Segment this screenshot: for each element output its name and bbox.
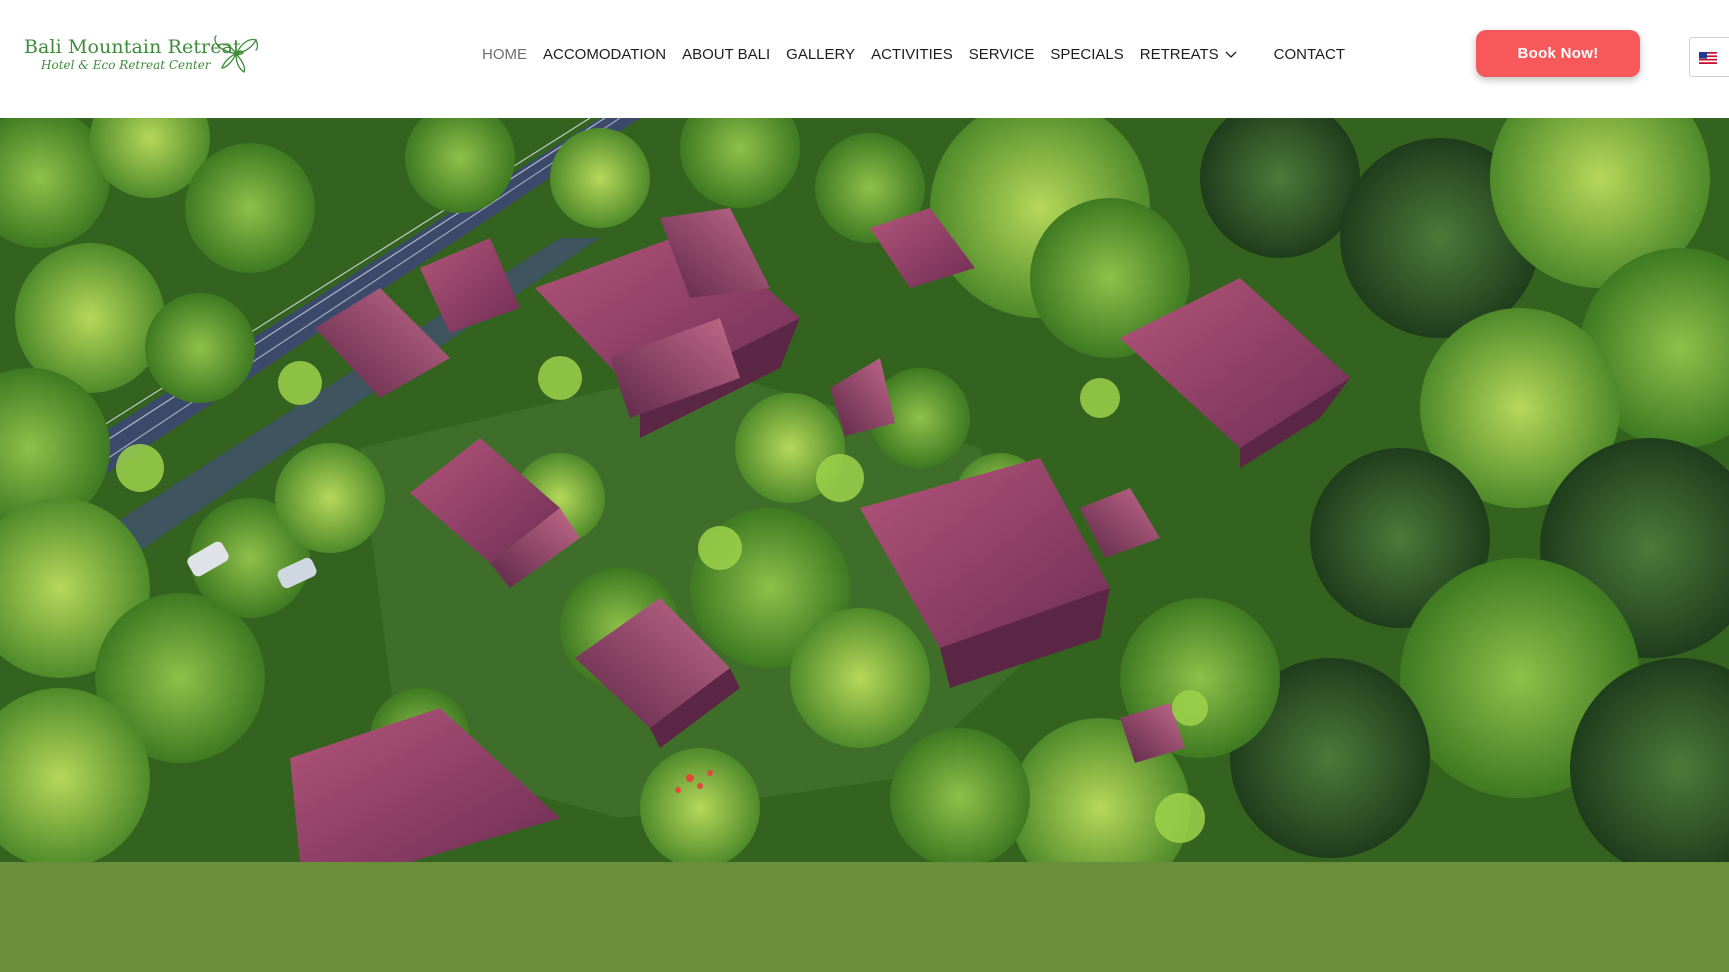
- logo-title: Bali Mountain Retreat: [24, 36, 241, 58]
- nav-service-label: SERVICE: [968, 45, 1035, 63]
- nav-activities-label: ACTIVITIES: [871, 45, 953, 63]
- hero-aerial-image: [0, 118, 1729, 862]
- nav-accomodation[interactable]: ACCOMODATION: [543, 46, 666, 63]
- nav-about-bali[interactable]: ABOUT BALI: [682, 46, 770, 63]
- nav-retreats-label: RETREATS: [1139, 45, 1219, 63]
- nav-service[interactable]: SERVICE: [969, 46, 1035, 63]
- site-header: Bali Mountain Retreat Hotel & Eco Retrea…: [0, 0, 1729, 118]
- nav-specials-label: SPECIALS: [1050, 45, 1124, 63]
- nav-retreats[interactable]: RETREATS: [1140, 46, 1238, 63]
- nav-gallery[interactable]: GALLERY: [786, 46, 855, 63]
- us-flag-icon: [1699, 52, 1717, 64]
- nav-contact-label: CONTACT: [1273, 45, 1346, 63]
- site-logo[interactable]: Bali Mountain Retreat Hotel & Eco Retrea…: [22, 34, 262, 76]
- nav-contact[interactable]: CONTACT: [1274, 46, 1345, 63]
- nav-home[interactable]: HOME: [482, 46, 527, 63]
- nav-activities[interactable]: ACTIVITIES: [871, 46, 953, 63]
- book-now-button[interactable]: Book Now!: [1476, 30, 1640, 77]
- aerial-view-of-retreat: [0, 118, 1729, 862]
- orchid-icon: [214, 35, 259, 73]
- language-selector[interactable]: [1689, 37, 1729, 77]
- chevron-down-icon: [1225, 51, 1237, 58]
- nav-specials[interactable]: SPECIALS: [1050, 46, 1123, 63]
- nav-home-label: HOME: [482, 45, 527, 63]
- green-section-band: [0, 862, 1729, 972]
- main-nav: HOME ACCOMODATION ABOUT BALI GALLERY ACT…: [482, 43, 1345, 65]
- nav-about-bali-label: ABOUT BALI: [682, 45, 771, 63]
- logo-tagline: Hotel & Eco Retreat Center: [41, 58, 211, 72]
- nav-gallery-label: GALLERY: [786, 45, 856, 63]
- nav-accomodation-label: ACCOMODATION: [543, 45, 667, 63]
